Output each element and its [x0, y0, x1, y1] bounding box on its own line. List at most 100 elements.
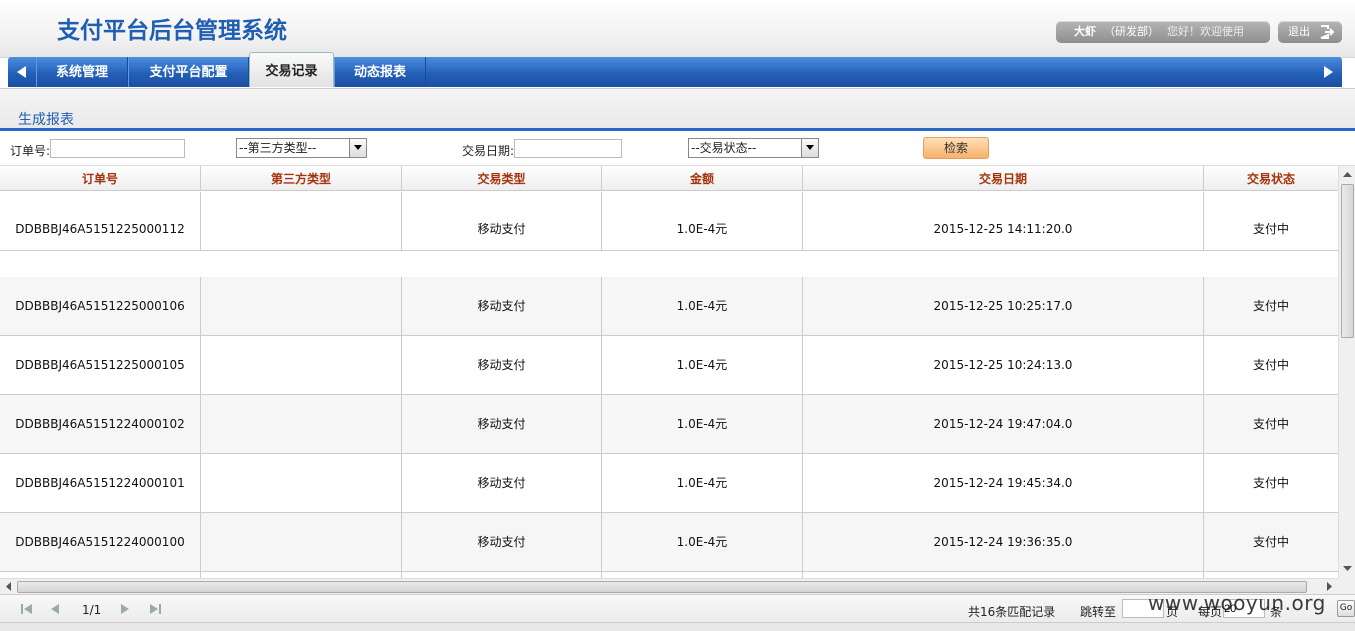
- cell-third-party-type: [201, 454, 402, 513]
- column-header-amount[interactable]: 金额: [602, 166, 803, 191]
- vertical-scroll-thumb[interactable]: [1341, 184, 1354, 338]
- transaction-table: 订单号 第三方类型 交易类型 金额 交易日期 交易状态 DDBBBJ46A515…: [0, 166, 1338, 578]
- cell-order-number: DDBBBJ46A5151225000112: [0, 192, 201, 251]
- transaction-status-select[interactable]: --交易状态--: [688, 138, 819, 158]
- horizontal-scrollbar[interactable]: [0, 578, 1338, 594]
- user-info: 大虾 （研发部） 您好！欢迎使用: [1056, 21, 1270, 43]
- column-header-third-party-type[interactable]: 第三方类型: [201, 166, 402, 191]
- next-page-icon[interactable]: [118, 603, 132, 615]
- user-name: 大虾: [1074, 25, 1096, 38]
- chevron-down-icon: [806, 145, 814, 150]
- watermark: www.wooyun.org: [1148, 591, 1326, 615]
- cell-transaction-type: 移动支付: [402, 277, 602, 336]
- cell-third-party-type: [201, 395, 402, 454]
- column-header-transaction-type[interactable]: 交易类型: [402, 166, 602, 191]
- logout-icon: [1320, 25, 1334, 39]
- cell-transaction-type: 移动支付: [402, 395, 602, 454]
- cell-transaction-status: 支付中: [1252, 222, 1289, 236]
- cell-transaction-type: 移动支付: [402, 336, 602, 395]
- column-header-transaction-date[interactable]: 交易日期: [803, 166, 1204, 191]
- welcome-text: 您好！欢迎使用: [1167, 25, 1244, 38]
- triangle-right-icon: [1324, 66, 1333, 78]
- cell-transaction-date: 2015-12-25 14:11:20.0: [803, 192, 1204, 251]
- page-indicator: 1/1: [82, 603, 102, 617]
- user-dept: （研发部）: [1104, 25, 1159, 38]
- scroll-left-icon[interactable]: [4, 582, 13, 591]
- logout-button[interactable]: 退出: [1278, 21, 1342, 43]
- cell-order-number: DDBBBJ46A5151224000101: [0, 454, 201, 513]
- transaction-date-label: 交易日期:: [462, 144, 515, 158]
- vertical-scrollbar[interactable]: [1338, 166, 1355, 578]
- main-nav: 系统管理 支付平台配置 交易记录 动态报表: [8, 52, 1342, 87]
- table-row[interactable]: DDBBBJ46A5151225000112 移动支付 1.0E-4元 2015…: [0, 192, 1338, 251]
- cell-transaction-date: 2015-12-24 19:47:04.0: [803, 395, 1204, 454]
- table-header: 订单号 第三方类型 交易类型 金额 交易日期 交易状态: [0, 166, 1338, 191]
- cell-third-party-type: [201, 336, 402, 395]
- third-party-type-select[interactable]: --第三方类型--: [236, 138, 367, 158]
- cell-transaction-status: 支付中: [1252, 299, 1289, 313]
- scrollbar-corner: [1338, 578, 1355, 594]
- scroll-up-icon[interactable]: [1343, 170, 1352, 179]
- horizontal-scroll-thumb[interactable]: [17, 581, 1307, 593]
- table-row[interactable]: DDBBBJ46A5151224000102 移动支付 1.0E-4元 2015…: [0, 395, 1338, 454]
- chevron-down-icon: [354, 145, 362, 150]
- logout-label: 退出: [1288, 25, 1310, 38]
- cell-third-party-type: [201, 513, 402, 572]
- tab-dynamic-reports[interactable]: 动态报表: [334, 57, 426, 87]
- scroll-right-icon[interactable]: [1325, 582, 1334, 591]
- column-header-order-number[interactable]: 订单号: [0, 166, 201, 191]
- order-number-label: 订单号:: [10, 144, 51, 158]
- cell-order-number: DDBBBJ46A5151225000106: [0, 277, 201, 336]
- triangle-left-icon: [17, 66, 26, 78]
- cell-amount: 1.0E-4元: [602, 395, 803, 454]
- cell-transaction-type: 移动支付: [402, 192, 602, 251]
- tab-payment-config[interactable]: 支付平台配置: [128, 57, 249, 87]
- footer-strip: [0, 622, 1355, 631]
- transaction-status-value: --交易状态--: [691, 141, 757, 155]
- app-header: 支付平台后台管理系统 大虾 （研发部） 您好！欢迎使用 退出: [0, 0, 1355, 58]
- tab-generate-report[interactable]: 生成报表: [18, 109, 74, 129]
- app-title: 支付平台后台管理系统: [57, 18, 287, 44]
- go-button[interactable]: Go: [1337, 600, 1355, 617]
- cell-transaction-type: 移动支付: [402, 513, 602, 572]
- cell-transaction-status: 支付中: [1252, 358, 1289, 372]
- sub-nav: 生成报表: [0, 88, 1355, 132]
- cell-transaction-date: 2015-12-24 19:45:34.0: [803, 454, 1204, 513]
- cell-transaction-date: 2015-12-25 10:24:13.0: [803, 336, 1204, 395]
- filter-bar: 订单号: --第三方类型-- 交易日期: --交易状态-- 检索: [0, 131, 1355, 166]
- table-row[interactable]: DDBBBJ46A5151224000101 移动支付 1.0E-4元 2015…: [0, 454, 1338, 513]
- cell-third-party-type: [201, 277, 402, 336]
- cell-amount: 1.0E-4元: [602, 277, 803, 336]
- cell-transaction-date: 2015-12-25 10:25:17.0: [803, 277, 1204, 336]
- last-page-icon[interactable]: [148, 603, 162, 615]
- cell-transaction-status: 支付中: [1252, 417, 1289, 431]
- cell-amount: 1.0E-4元: [602, 336, 803, 395]
- cell-order-number: DDBBBJ46A5151225000105: [0, 336, 201, 395]
- table-row[interactable]: DDBBBJ46A5151225000106 移动支付 1.0E-4元 2015…: [0, 277, 1338, 336]
- nav-scroll-right-button[interactable]: [1314, 57, 1342, 87]
- cell-third-party-type: [201, 192, 402, 251]
- jump-to-label: 跳转至: [1080, 605, 1117, 619]
- cell-transaction-date: 2015-12-24 19:36:35.0: [803, 513, 1204, 572]
- third-party-type-value: --第三方类型--: [239, 141, 317, 155]
- search-button[interactable]: 检索: [923, 137, 989, 159]
- tab-system-management[interactable]: 系统管理: [36, 57, 128, 87]
- table-row[interactable]: DDBBBJ46A5151224000100 移动支付 1.0E-4元 2015…: [0, 513, 1338, 572]
- order-number-input[interactable]: [50, 139, 185, 158]
- previous-page-icon[interactable]: [48, 603, 62, 615]
- cell-amount: 1.0E-4元: [602, 192, 803, 251]
- table-row[interactable]: DDBBBJ46A5151225000105 移动支付 1.0E-4元 2015…: [0, 336, 1338, 395]
- cell-order-number: DDBBBJ46A5151224000102: [0, 395, 201, 454]
- cell-order-number: DDBBBJ46A5151224000100: [0, 513, 201, 572]
- transaction-date-input[interactable]: [514, 139, 622, 158]
- cell-amount: 1.0E-4元: [602, 513, 803, 572]
- scroll-down-icon[interactable]: [1343, 564, 1352, 573]
- cell-transaction-status: 支付中: [1252, 535, 1289, 549]
- nav-scroll-left-button[interactable]: [8, 57, 36, 87]
- first-page-icon[interactable]: [20, 603, 34, 615]
- cell-transaction-type: 移动支付: [402, 454, 602, 513]
- cell-transaction-status: 支付中: [1252, 476, 1289, 490]
- tab-transaction-records[interactable]: 交易记录: [249, 52, 334, 87]
- column-header-transaction-status[interactable]: 交易状态: [1204, 166, 1338, 191]
- cell-amount: 1.0E-4元: [602, 454, 803, 513]
